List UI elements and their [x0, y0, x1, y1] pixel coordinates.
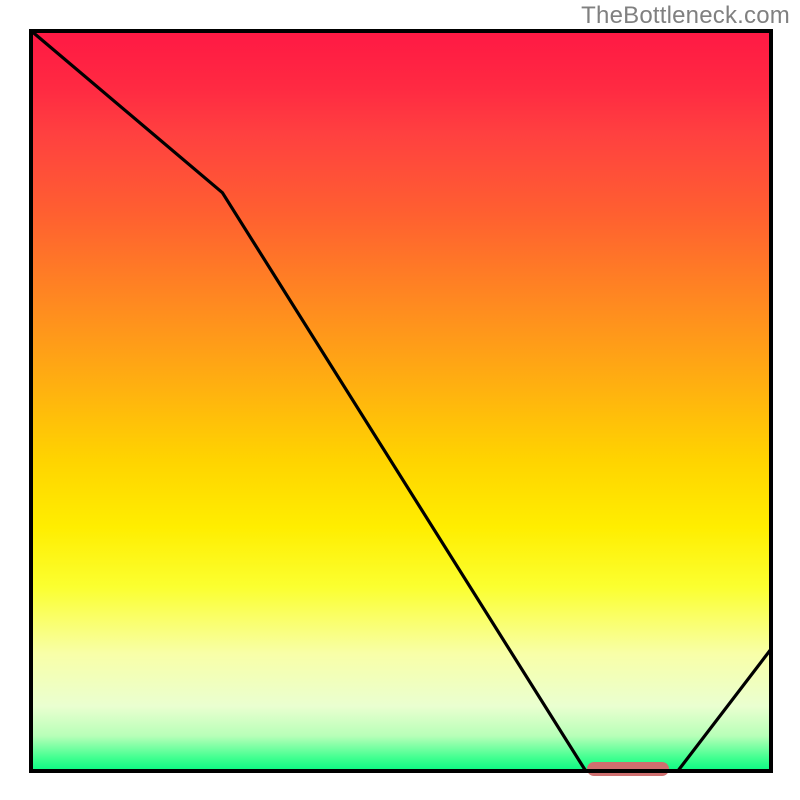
watermark-label: TheBottleneck.com — [581, 2, 790, 30]
plot-frame — [29, 29, 773, 773]
heat-gradient — [29, 29, 773, 773]
chart-container: TheBottleneck.com — [0, 0, 800, 800]
